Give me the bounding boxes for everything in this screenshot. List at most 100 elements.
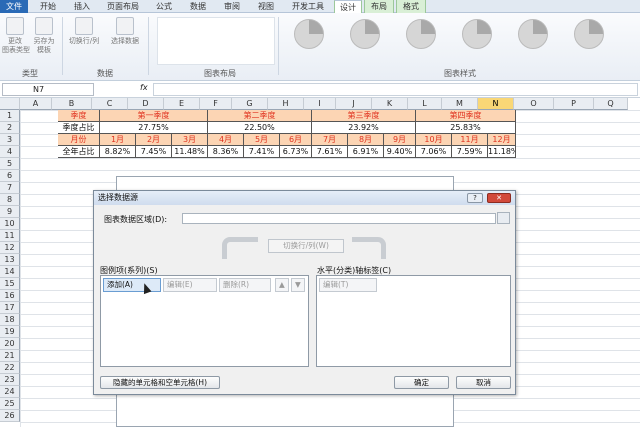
month-cell[interactable]: 7月: [312, 134, 348, 146]
month-pct-cell[interactable]: 6.73%: [280, 146, 312, 158]
row-header-9[interactable]: 9: [0, 206, 20, 218]
chart-style-4[interactable]: [462, 19, 492, 49]
month-cell[interactable]: 5月: [244, 134, 280, 146]
row-header-6[interactable]: 6: [0, 170, 20, 182]
row-header-21[interactable]: 21: [0, 350, 20, 362]
quarter-pct-cell[interactable]: 23.92%: [312, 122, 416, 134]
row-header-4[interactable]: 4: [0, 146, 20, 158]
column-header-k[interactable]: K: [372, 98, 408, 110]
column-header-q[interactable]: Q: [594, 98, 628, 110]
column-header-n[interactable]: N: [478, 98, 514, 110]
select-all-corner[interactable]: [0, 98, 20, 110]
month-cell[interactable]: 1月: [100, 134, 136, 146]
header-cell[interactable]: 季度: [58, 110, 100, 122]
ok-button[interactable]: 确定: [394, 376, 449, 389]
tab-file[interactable]: 文件: [0, 0, 28, 13]
month-pct-cell[interactable]: 11.18%: [488, 146, 516, 158]
month-pct-cell[interactable]: 7.59%: [452, 146, 488, 158]
chart-style-6[interactable]: [574, 19, 604, 49]
quarter-header-cell[interactable]: 第二季度: [208, 110, 312, 122]
select-data-button[interactable]: 选择数据: [106, 17, 144, 46]
row-header-24[interactable]: 24: [0, 386, 20, 398]
tab-developer[interactable]: 开发工具: [288, 0, 328, 13]
row-header-3[interactable]: 3: [0, 134, 20, 146]
move-down-button[interactable]: ▼: [291, 278, 305, 292]
row-header-7[interactable]: 7: [0, 182, 20, 194]
column-header-j[interactable]: J: [336, 98, 372, 110]
close-button[interactable]: ✕: [487, 193, 511, 203]
row-header-13[interactable]: 13: [0, 254, 20, 266]
row-header-26[interactable]: 26: [0, 410, 20, 422]
month-pct-cell[interactable]: 7.45%: [136, 146, 172, 158]
tab-home[interactable]: 开始: [36, 0, 60, 13]
column-header-f[interactable]: F: [200, 98, 232, 110]
chart-style-3[interactable]: [406, 19, 436, 49]
chart-style-5[interactable]: [518, 19, 548, 49]
column-header-i[interactable]: I: [304, 98, 336, 110]
save-as-template-button[interactable]: 另存为 模板: [30, 17, 58, 55]
column-header-e[interactable]: E: [164, 98, 200, 110]
row-header-10[interactable]: 10: [0, 218, 20, 230]
row-header-20[interactable]: 20: [0, 338, 20, 350]
switch-row-column-button[interactable]: 切换行/列: [64, 17, 104, 46]
chart-data-range-input[interactable]: [182, 213, 496, 224]
row-header-16[interactable]: 16: [0, 290, 20, 302]
chart-layouts-gallery[interactable]: [157, 17, 275, 65]
month-pct-cell[interactable]: 7.06%: [416, 146, 452, 158]
row-header-22[interactable]: 22: [0, 362, 20, 374]
header-cell[interactable]: 月份: [58, 134, 100, 146]
month-cell[interactable]: 12月: [488, 134, 516, 146]
fx-icon[interactable]: fx: [140, 83, 148, 92]
help-button[interactable]: ?: [467, 193, 483, 203]
change-chart-type-button[interactable]: 更改 图表类型: [2, 17, 30, 55]
month-pct-cell[interactable]: 8.82%: [100, 146, 136, 158]
edit-axis-labels-button[interactable]: 编辑(T): [319, 278, 377, 292]
row-header-19[interactable]: 19: [0, 326, 20, 338]
column-header-c[interactable]: C: [92, 98, 128, 110]
tab-formulas[interactable]: 公式: [152, 0, 176, 13]
column-header-d[interactable]: D: [128, 98, 164, 110]
column-header-m[interactable]: M: [442, 98, 478, 110]
column-header-a[interactable]: A: [20, 98, 52, 110]
month-cell[interactable]: 8月: [348, 134, 384, 146]
month-pct-cell[interactable]: 7.61%: [312, 146, 348, 158]
tab-design[interactable]: 设计: [334, 0, 362, 14]
quarter-pct-cell[interactable]: 22.50%: [208, 122, 312, 134]
edit-series-button[interactable]: 编辑(E): [163, 278, 217, 292]
hidden-empty-cells-button[interactable]: 隐藏的单元格和空单元格(H): [100, 376, 220, 389]
month-cell[interactable]: 10月: [416, 134, 452, 146]
tab-view[interactable]: 视图: [254, 0, 278, 13]
header-cell[interactable]: 季度占比: [58, 122, 100, 134]
quarter-pct-cell[interactable]: 25.83%: [416, 122, 516, 134]
row-header-2[interactable]: 2: [0, 122, 20, 134]
row-header-23[interactable]: 23: [0, 374, 20, 386]
tab-data[interactable]: 数据: [186, 0, 210, 13]
switch-row-column-dialog-button[interactable]: 切换行/列(W): [268, 239, 344, 253]
move-up-button[interactable]: ▲: [275, 278, 289, 292]
month-cell[interactable]: 2月: [136, 134, 172, 146]
row-header-14[interactable]: 14: [0, 266, 20, 278]
row-header-17[interactable]: 17: [0, 302, 20, 314]
month-pct-cell[interactable]: 7.41%: [244, 146, 280, 158]
formula-input[interactable]: [153, 83, 638, 96]
month-cell[interactable]: 9月: [384, 134, 416, 146]
tab-insert[interactable]: 插入: [70, 0, 94, 13]
column-header-h[interactable]: H: [268, 98, 304, 110]
tab-page-layout[interactable]: 页面布局: [102, 0, 144, 13]
quarter-header-cell[interactable]: 第四季度: [416, 110, 516, 122]
month-cell[interactable]: 3月: [172, 134, 208, 146]
column-header-p[interactable]: P: [554, 98, 594, 110]
column-header-l[interactable]: L: [408, 98, 442, 110]
tab-layout[interactable]: 布局: [364, 0, 394, 13]
row-header-1[interactable]: 1: [0, 110, 20, 122]
tab-format[interactable]: 格式: [396, 0, 426, 13]
delete-series-button[interactable]: 删除(R): [219, 278, 271, 292]
row-header-11[interactable]: 11: [0, 230, 20, 242]
add-series-button[interactable]: 添加(A): [103, 278, 161, 292]
month-cell[interactable]: 11月: [452, 134, 488, 146]
header-cell[interactable]: 全年占比: [58, 146, 100, 158]
column-header-b[interactable]: B: [52, 98, 92, 110]
row-header-8[interactable]: 8: [0, 194, 20, 206]
tab-review[interactable]: 审阅: [220, 0, 244, 13]
chart-style-2[interactable]: [350, 19, 380, 49]
